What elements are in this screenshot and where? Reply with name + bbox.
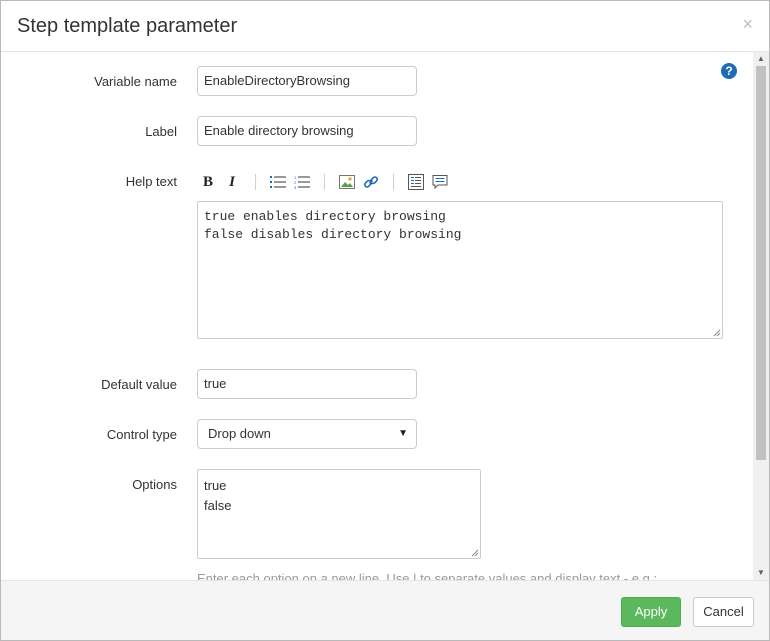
dialog-title: Step template parameter	[17, 15, 238, 37]
dialog-header: Step template parameter ×	[1, 1, 769, 52]
options-textarea[interactable]: true false	[197, 469, 481, 559]
preview-icon[interactable]	[405, 170, 427, 194]
scrollbar-thumb[interactable]	[756, 66, 766, 460]
option-line: false	[204, 498, 232, 513]
variable-name-label: Variable name	[94, 74, 177, 89]
default-value-input[interactable]: true	[197, 369, 417, 399]
options-label: Options	[132, 477, 177, 492]
scroll-down-arrow-icon[interactable]: ▼	[753, 566, 769, 580]
numbered-list-icon[interactable]: 1 2 3	[291, 170, 313, 194]
toolbar-divider	[255, 174, 256, 190]
italic-glyph: I	[229, 173, 235, 190]
help-text-textarea[interactable]: true enables directory browsing false di…	[197, 201, 723, 339]
help-text-line: true enables directory browsing	[204, 209, 446, 224]
step-template-parameter-dialog: Step template parameter × ? Variable nam…	[0, 0, 770, 641]
bulleted-list-icon[interactable]	[267, 170, 289, 194]
option-line: true	[204, 478, 227, 493]
help-text-toolbar: B I 1 2 3	[197, 170, 497, 194]
image-icon[interactable]	[336, 170, 358, 194]
label-input[interactable]: Enable directory browsing	[197, 116, 417, 146]
bold-glyph: B	[202, 173, 213, 190]
variable-name-input[interactable]: EnableDirectoryBrowsing	[197, 66, 417, 96]
help-circle-icon[interactable]: ?	[721, 63, 737, 79]
svg-text:3: 3	[294, 185, 297, 189]
italic-icon[interactable]: I	[221, 170, 243, 194]
comment-icon[interactable]	[429, 170, 451, 194]
dialog-footer: Apply Cancel	[1, 580, 769, 640]
vertical-scrollbar[interactable]: ▲ ▼	[753, 52, 769, 580]
link-icon[interactable]	[360, 170, 382, 194]
label-field-label: Label	[145, 124, 177, 139]
cancel-button[interactable]: Cancel	[693, 597, 754, 627]
help-text-line: false disables directory browsing	[204, 227, 462, 242]
default-value-label: Default value	[101, 377, 177, 392]
bold-icon[interactable]: B	[197, 170, 219, 194]
control-type-value: Drop down	[208, 426, 271, 441]
chevron-down-icon: ▼	[398, 428, 408, 439]
help-text-label: Help text	[125, 174, 177, 189]
close-icon[interactable]: ×	[742, 14, 753, 35]
apply-button[interactable]: Apply	[621, 597, 681, 627]
resize-grip-icon[interactable]	[713, 329, 721, 337]
dialog-body: ? Variable name EnableDirectoryBrowsing …	[1, 52, 769, 580]
options-hint: Enter each option on a new line. Use | t…	[197, 571, 658, 580]
control-type-select[interactable]: Drop down ▼	[197, 419, 417, 449]
control-type-label: Control type	[106, 427, 177, 442]
resize-grip-icon[interactable]	[471, 549, 479, 557]
toolbar-divider	[324, 174, 325, 190]
scroll-up-arrow-icon[interactable]: ▲	[753, 52, 769, 66]
toolbar-divider	[393, 174, 394, 190]
